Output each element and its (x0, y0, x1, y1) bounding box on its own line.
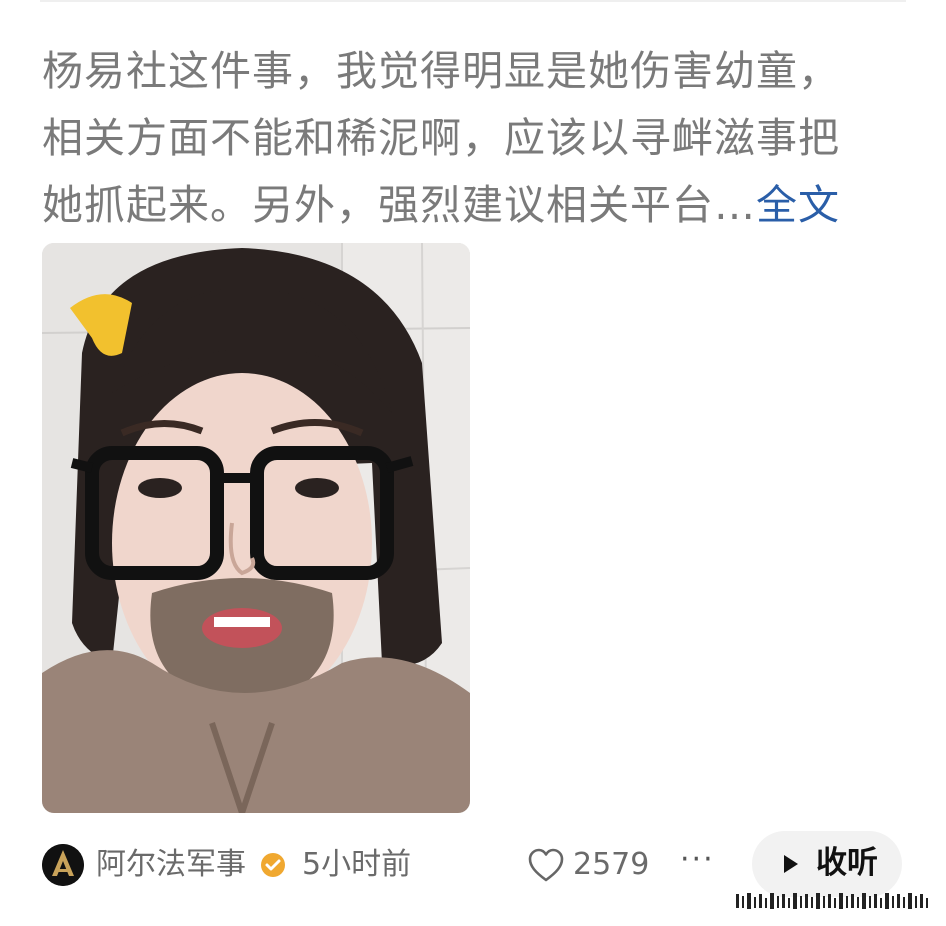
listen-label: 收听 (816, 845, 878, 881)
expand-full-text-link[interactable]: 全文 (756, 181, 840, 229)
like-count[interactable]: 2579 (573, 844, 649, 886)
play-icon (784, 855, 798, 873)
post-text-line: 杨易社这件事，我觉得明显是她伤害幼童， (42, 47, 840, 95)
post-text-truncated: 她抓起来。另外，强烈建议相关平台… (42, 181, 756, 229)
post-text-line: 相关方面不能和稀泥啊，应该以寻衅滋事把 (42, 114, 840, 162)
post-text-line: 她抓起来。另外，强烈建议相关平台…全文 (42, 172, 912, 239)
post-text[interactable]: 杨易社这件事，我觉得明显是她伤害幼童， 相关方面不能和稀泥啊，应该以寻衅滋事把 … (42, 38, 912, 239)
post-image[interactable] (42, 243, 470, 813)
watermark-barcode (736, 893, 928, 909)
more-dots-icon[interactable]: ··· (680, 842, 715, 877)
post-image-drawing (42, 243, 470, 813)
heart-icon[interactable] (527, 847, 565, 883)
author-avatar-logo-icon (42, 844, 84, 886)
post-time: 5小时前 (302, 847, 412, 882)
top-divider (40, 0, 906, 2)
author-avatar[interactable] (42, 844, 84, 886)
author-name[interactable]: 阿尔法军事 (96, 844, 246, 886)
listen-button[interactable]: 收听 (752, 831, 902, 897)
verified-badge-icon (261, 853, 285, 877)
